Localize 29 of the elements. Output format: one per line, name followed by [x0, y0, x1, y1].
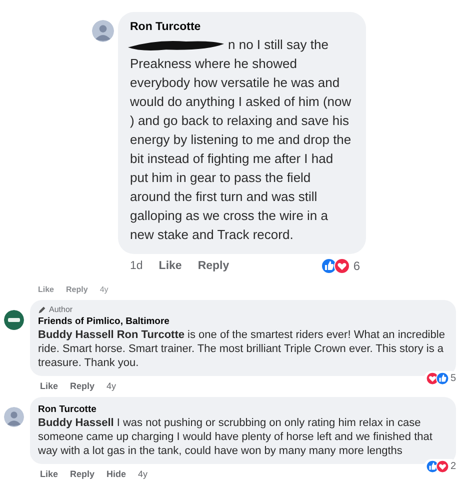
timestamp: 4y [106, 381, 116, 391]
comment-text: Buddy Hassell Ron Turcotte is one of the smartest riders ever! What an incredible ride. Smart horse. Smart trainer. The most brilliant Triple Crown ever. This story is a treasure. Thank you. [38, 328, 446, 370]
reaction-summary[interactable]: 6 [319, 257, 362, 275]
reaction-summary[interactable]: 5 [424, 371, 458, 386]
action-link[interactable]: Like [40, 381, 58, 391]
action-link[interactable]: Like [158, 260, 182, 272]
timestamp: 4y [138, 469, 148, 479]
timestamp: 4y [100, 285, 108, 294]
reaction-summary[interactable]: 2 [424, 459, 458, 474]
reply-action-link[interactable]: Like [38, 285, 54, 294]
comment-text: Preakness where he showed everybody how versatile he was and would do anything I asked of him (now ) and go back to relaxing and save his energy by listening to me and drop the bit instead of fighting me after I had put him in gear to pass the field around the first turn and was still galloping as we cross the wire in a new stake and Track record. [130, 55, 352, 244]
avatar[interactable] [92, 20, 114, 42]
author-label: Author [49, 305, 73, 314]
commenter-name[interactable]: Friends of Pimlico, Baltimore [38, 316, 448, 327]
timestamp: 1d [130, 260, 143, 272]
commenter-name[interactable]: Ron Turcotte [38, 404, 448, 415]
pencil-icon [38, 306, 46, 314]
thumbs-up-icon [436, 372, 450, 385]
reply-action-link[interactable]: Reply [66, 285, 88, 294]
action-link[interactable]: Reply [70, 381, 95, 391]
comment-text: Buddy Hassell I was not pushing or scrubbing on only rating him relax in case someone came up charging I would have plenty of horse left and we finished that way with a lot gas in the tank, could have won by many many more lengths [38, 416, 434, 458]
avatar[interactable] [4, 407, 24, 427]
action-link[interactable]: Hide [106, 469, 126, 479]
comment-text-fragment: n no I still say the [228, 36, 328, 54]
commenter-name[interactable]: Ron Turcotte [130, 21, 354, 33]
action-link[interactable]: Reply [70, 469, 95, 479]
action-link[interactable]: Like [40, 469, 58, 479]
page-logo-avatar[interactable] [4, 310, 24, 330]
action-link[interactable]: Reply [198, 260, 230, 272]
